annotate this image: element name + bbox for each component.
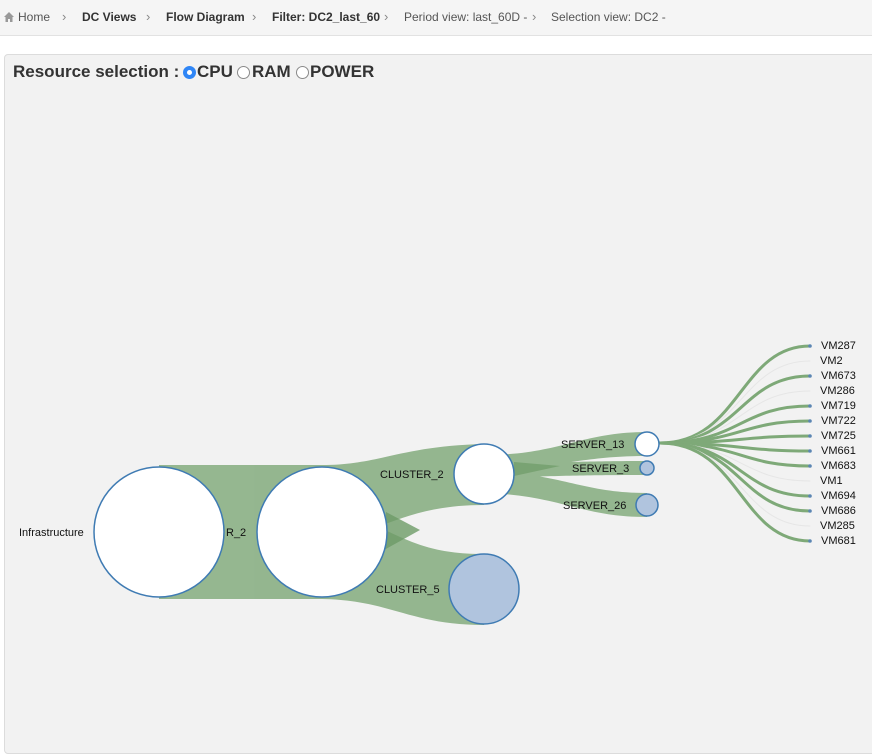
node-server-13[interactable] xyxy=(634,431,660,457)
label-vm: VM681 xyxy=(821,535,856,547)
label-server-26: SERVER_26 xyxy=(563,500,626,512)
label-server-3: SERVER_3 xyxy=(572,463,629,475)
label-vm: VM285 xyxy=(820,520,855,532)
vm-node[interactable] xyxy=(808,494,812,498)
vm-node[interactable] xyxy=(808,404,812,408)
label-vm: VM673 xyxy=(821,370,856,382)
vm-link xyxy=(659,442,811,527)
label-vm: VM694 xyxy=(821,490,856,502)
label-vm: VM286 xyxy=(820,385,855,397)
label-cluster-5: CLUSTER_5 xyxy=(376,584,440,596)
vm-link xyxy=(658,344,812,445)
node-server-3[interactable] xyxy=(639,460,655,476)
vm-node[interactable] xyxy=(808,344,812,348)
label-vm: VM725 xyxy=(821,430,856,442)
vm-link xyxy=(658,441,812,543)
vm-node[interactable] xyxy=(808,374,812,378)
label-server-13: SERVER_13 xyxy=(561,439,624,451)
vm-node[interactable] xyxy=(808,539,812,543)
node-cluster-5[interactable] xyxy=(448,553,520,625)
node-server-26[interactable] xyxy=(635,493,659,517)
label-vm: VM686 xyxy=(821,505,856,517)
vm-node[interactable] xyxy=(808,449,812,453)
label-vm: VM683 xyxy=(821,460,856,472)
label-dc2: R_2 xyxy=(226,527,246,539)
vm-node[interactable] xyxy=(808,509,812,513)
node-cluster-2[interactable] xyxy=(453,443,515,505)
label-vm: VM719 xyxy=(821,400,856,412)
vm-node[interactable] xyxy=(808,434,812,438)
label-vm: VM2 xyxy=(820,355,843,367)
node-dc2[interactable] xyxy=(256,466,388,598)
vm-node[interactable] xyxy=(808,464,812,468)
label-vm: VM1 xyxy=(820,475,843,487)
flow-diagram: Infrastructure R_2 CLUSTER_2 CLUSTER_5 S… xyxy=(19,340,856,625)
node-infrastructure[interactable] xyxy=(93,466,225,598)
label-infrastructure: Infrastructure xyxy=(19,527,84,539)
label-vm: VM661 xyxy=(821,445,856,457)
label-vm: VM722 xyxy=(821,415,856,427)
label-vm: VM287 xyxy=(821,340,856,352)
vm-node[interactable] xyxy=(808,419,812,423)
label-cluster-2: CLUSTER_2 xyxy=(380,469,444,481)
vm-link xyxy=(659,360,811,444)
